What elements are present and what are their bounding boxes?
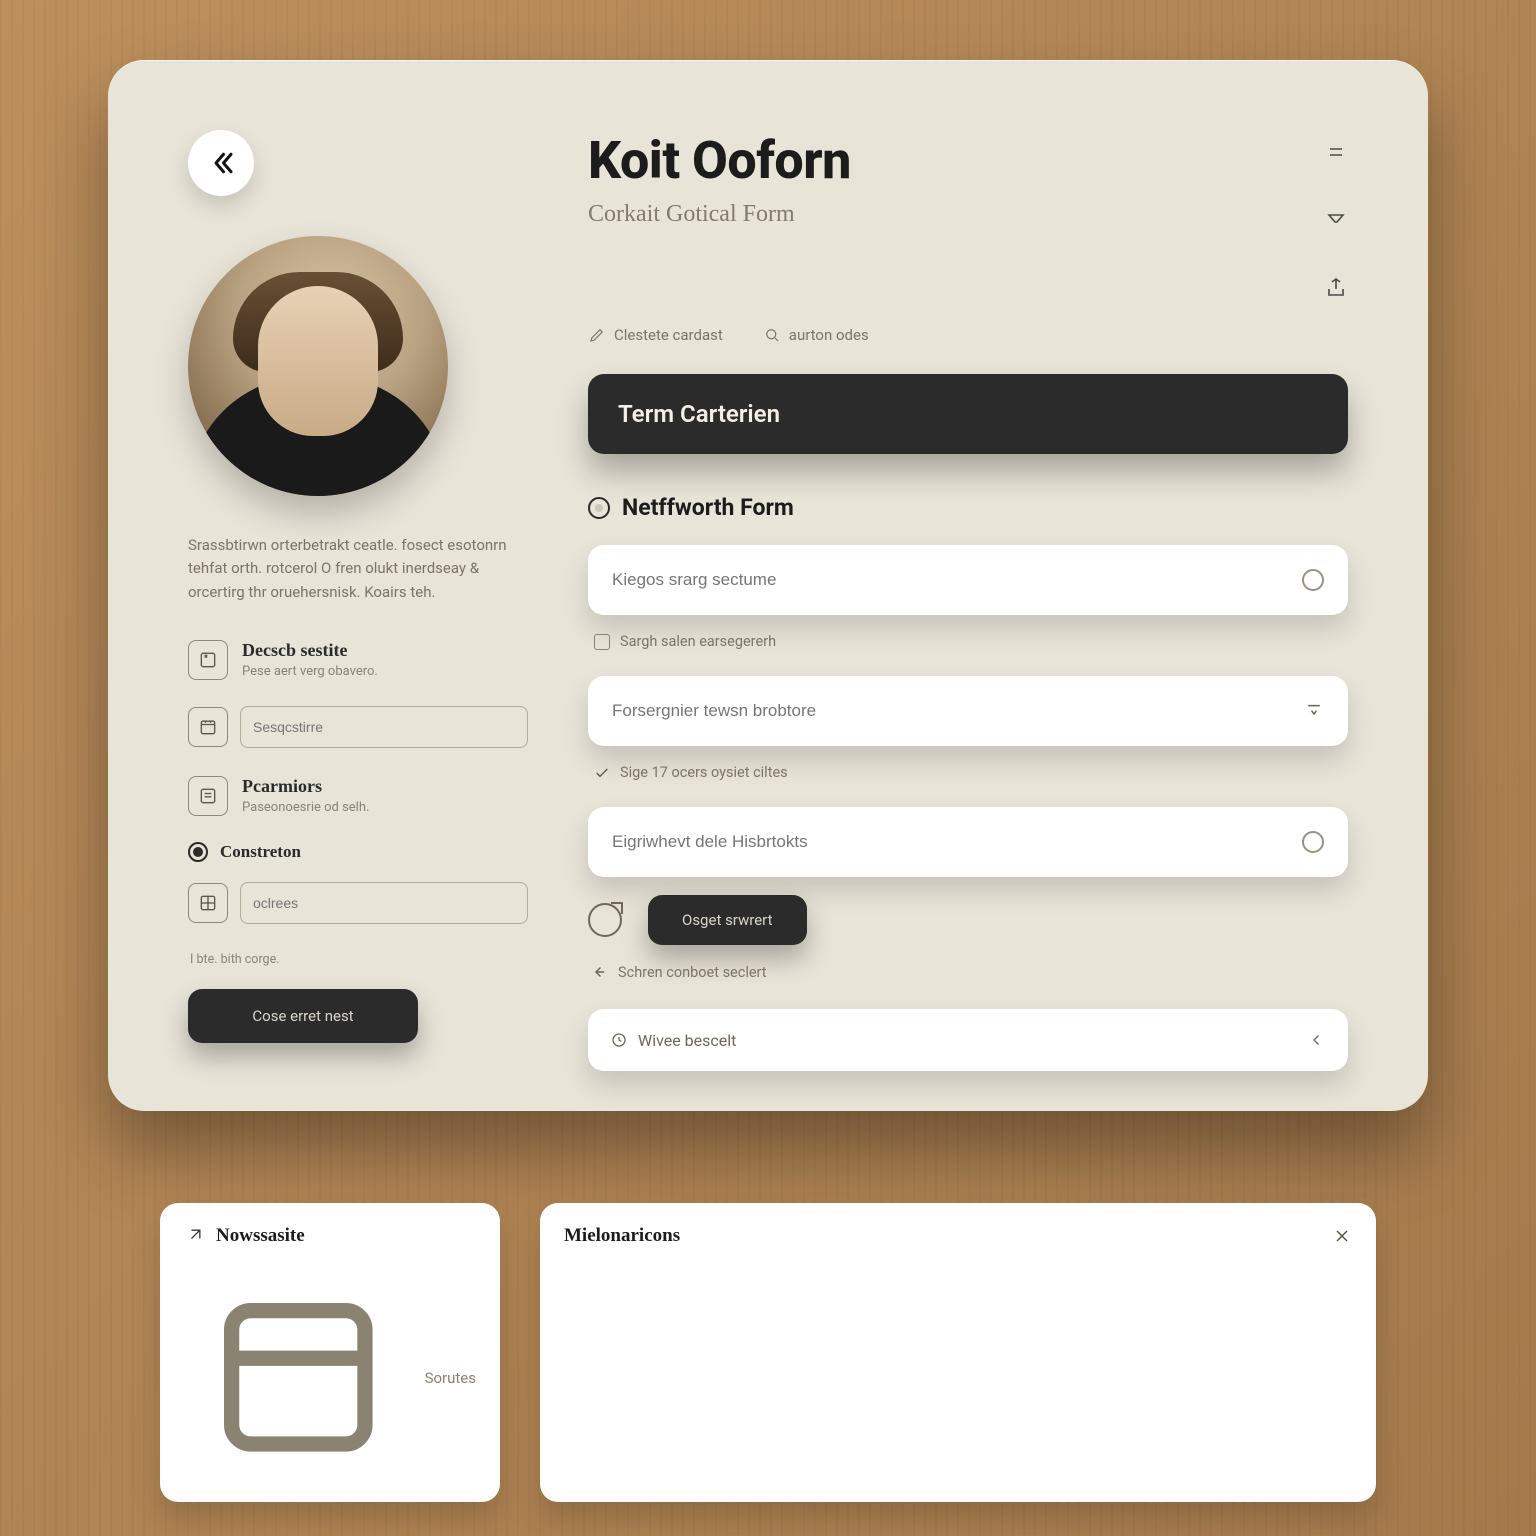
grid-icon (188, 883, 228, 923)
page-subtitle: Corkait Gotical Form (588, 201, 1324, 228)
bottom-card-2[interactable]: Mielonaricons (540, 1203, 1376, 1502)
left-action-button[interactable]: Cose erret nest (188, 989, 418, 1043)
circle-icon (1302, 831, 1324, 853)
foot-field[interactable]: Wivee bescelt (588, 1009, 1348, 1071)
bio-text: Srassbtirwn orterbetrakt ceatle. fosect … (188, 534, 528, 604)
share-icon[interactable] (1324, 276, 1348, 300)
bottom-card-1-title: Nowssasite (216, 1225, 305, 1247)
right-column: Koit Ooforn Corkait Gotical Form Clestet… (588, 130, 1348, 1071)
edit-icon (588, 326, 606, 344)
filter-icon[interactable] (1324, 208, 1348, 232)
chevron-left-icon[interactable] (1308, 1031, 1326, 1049)
close-button[interactable] (1332, 1226, 1352, 1246)
circle-icon (1302, 569, 1324, 591)
calendar-icon (188, 707, 228, 747)
list-icon (188, 776, 228, 816)
external-icon (184, 1226, 204, 1246)
field-3[interactable] (588, 807, 1348, 877)
note-icon (188, 640, 228, 680)
back-button[interactable] (188, 130, 254, 196)
side-block-title: Decscb sestite (242, 640, 378, 661)
side-input-2 (188, 882, 528, 924)
section-bullet-icon (588, 497, 610, 519)
side-block-sub: Pese aert verg obavero. (242, 664, 378, 679)
side-field-1[interactable] (240, 706, 528, 748)
side-hint: I bte. bith corge. (190, 952, 528, 967)
menu-icon[interactable] (1324, 140, 1348, 164)
refresh-icon[interactable] (588, 903, 622, 937)
section-title: Netffworth Form (588, 494, 1348, 521)
field-1[interactable] (588, 545, 1348, 615)
page-title: Koit Ooforn (588, 130, 1324, 191)
meta-1[interactable]: Clestete cardast (588, 326, 723, 344)
term-banner[interactable]: Term Carterien (588, 374, 1348, 454)
stack-icon (184, 1263, 413, 1492)
checkbox-icon (594, 634, 610, 650)
chevron-down-icon (1304, 699, 1324, 723)
check-icon (594, 765, 610, 781)
title-row: Koit Ooforn Corkait Gotical Form (588, 130, 1348, 300)
bottom-card-1[interactable]: Nowssasite Sorutes (160, 1203, 500, 1502)
clock-icon (610, 1031, 628, 1049)
side-block2-sub: Paseonoesrie od selh. (242, 800, 369, 815)
field-3-input[interactable] (612, 832, 1302, 852)
note-line: Schren conboet seclert (590, 963, 1348, 981)
avatar (188, 236, 448, 496)
bottom-card-1-row: Sorutes (425, 1369, 476, 1387)
side-input-1 (188, 706, 528, 748)
form-card: Srassbtirwn orterbetrakt ceatle. fosect … (108, 60, 1428, 1111)
primary-action-button[interactable]: Osget srwrert (648, 895, 807, 945)
search-icon (763, 326, 781, 344)
side-block-describe: Decscb sestite Pese aert verg obavero. (188, 640, 528, 680)
radio-label: Constreton (220, 842, 301, 862)
back-icon (206, 148, 236, 178)
field-2-input[interactable] (612, 701, 1304, 721)
field-1-input[interactable] (612, 570, 1302, 590)
check-2[interactable]: Sige 17 ocers oysiet ciltes (594, 764, 1348, 781)
side-field-2[interactable] (240, 882, 528, 924)
side-block-params: Pcarmiors Paseonoesrie od selh. (188, 776, 528, 816)
radio-constreton[interactable]: Constreton (188, 842, 528, 862)
meta-row: Clestete cardast aurton odes (588, 326, 1348, 344)
field-2[interactable] (588, 676, 1348, 746)
foot-row: Wivee bescelt (588, 1009, 1348, 1071)
side-block2-title: Pcarmiors (242, 776, 369, 797)
arrow-left-icon (590, 963, 608, 981)
action-row: Osget srwrert (588, 895, 1348, 945)
bottom-cards: Nowssasite Sorutes Mielonaricons (160, 1203, 1376, 1502)
left-column: Srassbtirwn orterbetrakt ceatle. fosect … (188, 130, 528, 1071)
check-1[interactable]: Sargh salen earsegererh (594, 633, 1348, 650)
close-icon (1332, 1226, 1352, 1246)
meta-2[interactable]: aurton odes (763, 326, 869, 344)
bottom-card-2-title: Mielonaricons (564, 1225, 680, 1247)
